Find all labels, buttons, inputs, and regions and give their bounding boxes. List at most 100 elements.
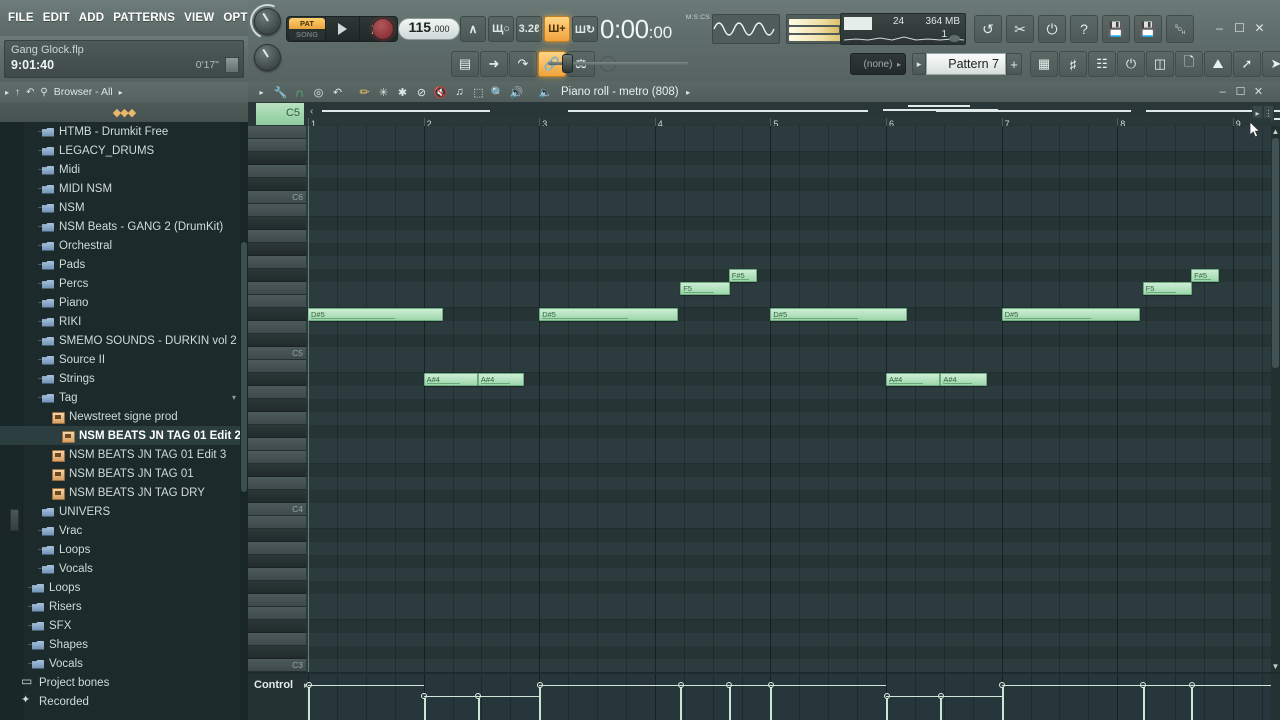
select-icon[interactable]: ⬚ <box>469 83 488 101</box>
piano-key[interactable] <box>248 152 306 165</box>
piano-key[interactable] <box>248 633 306 646</box>
chevron-down-icon[interactable]: ▾ <box>232 393 236 402</box>
slip-icon[interactable]: 🔇 <box>431 83 450 101</box>
vscroll-thumb[interactable] <box>1272 138 1279 368</box>
note-lane[interactable] <box>306 165 1271 178</box>
wait-input-icon[interactable]: 3.2ℓ <box>516 16 542 42</box>
velocity-editor[interactable] <box>306 674 1271 720</box>
piano-key[interactable] <box>248 568 306 581</box>
note-lane[interactable] <box>306 126 1271 139</box>
piano-key[interactable] <box>248 360 306 373</box>
playlist-window-icon[interactable]: ▦ <box>1030 51 1058 77</box>
piano-key[interactable] <box>248 321 306 334</box>
browser-item[interactable]: Risers <box>0 597 248 616</box>
note-block[interactable]: F5 <box>1142 282 1193 295</box>
note-lane[interactable] <box>306 451 1271 464</box>
shuffle-icon[interactable]: ✂ <box>1006 15 1034 43</box>
note-lane[interactable] <box>306 178 1271 191</box>
help-icon[interactable]: ? <box>1070 15 1098 43</box>
browser-item[interactable]: MIDI NSM <box>0 179 248 198</box>
piano-key[interactable] <box>248 425 306 438</box>
slider-handle[interactable] <box>562 54 573 73</box>
piano-key[interactable] <box>248 451 306 464</box>
piano-key[interactable] <box>248 477 306 490</box>
note-lane[interactable] <box>306 217 1271 230</box>
piano-key[interactable] <box>248 165 306 178</box>
browser-item[interactable]: Loops <box>0 578 248 597</box>
velocity-stem[interactable] <box>1191 684 1194 720</box>
note-block[interactable]: D#5 <box>308 308 444 321</box>
note-lane[interactable] <box>306 295 1271 308</box>
title-chevron-icon[interactable]: ▸ <box>679 83 698 101</box>
note-lane[interactable] <box>306 191 1271 204</box>
comment-icon[interactable]: ␁ <box>1166 15 1194 43</box>
note-lane[interactable] <box>306 490 1271 503</box>
piano-key[interactable] <box>248 620 306 633</box>
pattern-mode-icon[interactable]: ∧ <box>460 16 486 42</box>
up-arrow-icon[interactable]: ↑ <box>15 87 20 98</box>
zoom-icon[interactable]: 🔍 <box>488 83 507 101</box>
metronome-icon[interactable]: Щ○ <box>488 16 514 42</box>
browser-item[interactable]: Newstreet signe prod <box>0 407 248 426</box>
piano-key[interactable] <box>248 139 306 152</box>
browser-scrollbar[interactable] <box>240 122 248 720</box>
note-lane[interactable] <box>306 477 1271 490</box>
note-lane[interactable] <box>306 386 1271 399</box>
browser-item[interactable]: Vrac <box>0 521 248 540</box>
piano-key[interactable] <box>248 295 306 308</box>
browser-item[interactable]: NSM BEATS JN TAG 01 <box>0 464 248 483</box>
piano-key[interactable] <box>248 243 306 256</box>
menu-item-file[interactable]: FILE <box>8 12 34 24</box>
browser-item[interactable]: SFX <box>0 616 248 635</box>
browser-item[interactable]: Percs <box>0 274 248 293</box>
playback-icon[interactable]: ♫ <box>450 83 469 101</box>
search-icon[interactable]: ⚲ <box>40 87 47 98</box>
loop-record-icon[interactable]: Ш↻ <box>572 16 598 42</box>
browser-item[interactable]: Vocals <box>0 559 248 578</box>
undo-icon[interactable]: ↺ <box>974 15 1002 43</box>
note-lane[interactable] <box>306 152 1271 165</box>
none-selector[interactable]: (none) ▸ <box>850 53 906 75</box>
piano-key[interactable] <box>248 594 306 607</box>
velocity-stem[interactable] <box>539 684 542 720</box>
microphone-icon[interactable]: ⏻ <box>1038 15 1066 43</box>
note-lane[interactable] <box>306 659 1271 672</box>
piano-key[interactable] <box>248 529 306 542</box>
note-lane[interactable] <box>306 464 1271 477</box>
undo-icon[interactable]: ↶ <box>328 83 347 101</box>
note-block[interactable]: A#4 <box>423 373 478 386</box>
piano-key[interactable] <box>248 256 306 269</box>
note-lane[interactable] <box>306 555 1271 568</box>
piano-keyboard[interactable]: C6 C5 C4 C3 <box>248 126 306 672</box>
pr-minimize-button[interactable]: – <box>1215 84 1230 99</box>
window-minimize-button[interactable]: – <box>1211 20 1228 36</box>
browser-item[interactable]: Orchestral <box>0 236 248 255</box>
pattern-song-toggle[interactable]: PAT SONG <box>289 18 325 40</box>
piano-key[interactable] <box>248 126 306 139</box>
note-lane[interactable] <box>306 594 1271 607</box>
note-lane[interactable] <box>306 334 1271 347</box>
browser-item[interactable]: Tag ▾ <box>0 388 248 407</box>
piano-key[interactable] <box>248 516 306 529</box>
browser-item[interactable]: UNIVERS <box>0 502 248 521</box>
count-in-icon[interactable]: Ш+ <box>544 16 570 42</box>
browser-item[interactable]: NSM Beats - GANG 2 (DrumKit) <box>0 217 248 236</box>
browser-tree[interactable]: HTMB - Drumkit Free LEGACY_DRUMS Midi MIDI … <box>0 122 248 720</box>
note-block[interactable]: F#5 <box>728 269 757 282</box>
back-arrow-icon[interactable]: ↶ <box>26 87 34 98</box>
menu-arrow-icon[interactable]: ▸ <box>252 83 271 101</box>
piano-key[interactable] <box>248 373 306 386</box>
pencil-icon[interactable]: ✏ <box>355 83 374 101</box>
note-block[interactable]: A#4 <box>477 373 525 386</box>
piano-key[interactable] <box>248 607 306 620</box>
mixer-window-icon[interactable]: ⏻ <box>1117 51 1145 77</box>
tempo-display[interactable]: 115.000 <box>398 18 460 40</box>
note-lane[interactable] <box>306 204 1271 217</box>
browser-item[interactable]: Strings <box>0 369 248 388</box>
automation-icon[interactable]: ↷ <box>509 51 537 77</box>
step-sequencer-icon[interactable]: ➜ <box>480 51 508 77</box>
menu-item-view[interactable]: VIEW <box>184 12 214 24</box>
channel-audition-icon[interactable]: 🔈 <box>536 83 555 101</box>
scroll-up-icon[interactable]: ▲ <box>1271 126 1280 137</box>
window-maximize-button[interactable]: ☐ <box>1231 20 1248 36</box>
